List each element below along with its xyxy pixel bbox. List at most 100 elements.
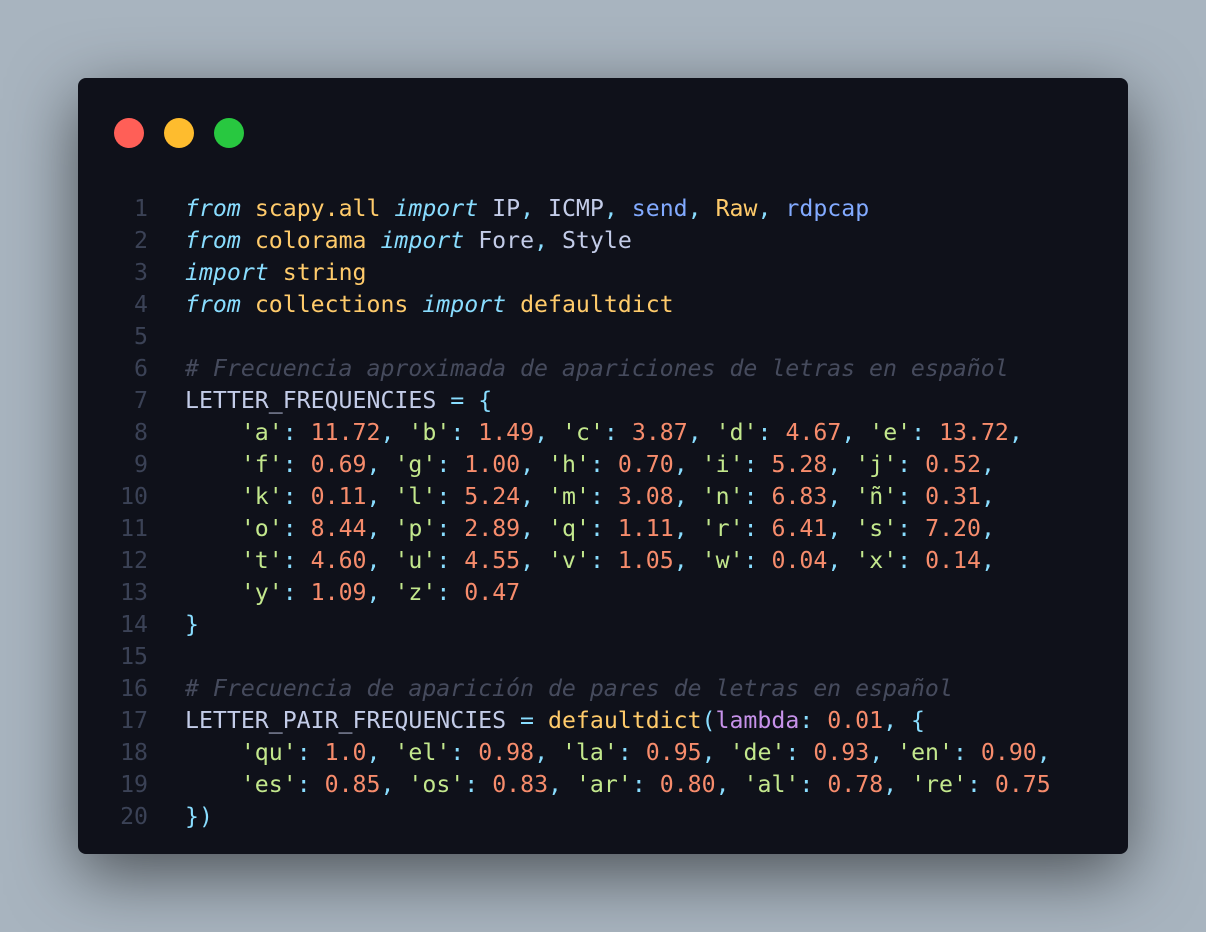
code-token-number: 1.0 [324, 739, 367, 766]
code-block: 1 from scapy.all import IP, ICMP, send, R… [78, 193, 1128, 833]
code-token-number: 0.04 [771, 547, 828, 574]
line-number: 10 [120, 483, 148, 510]
code-token-string: 'os' [408, 771, 465, 798]
code-token-string: 'o' [240, 515, 283, 542]
code-token-default [367, 227, 381, 254]
code-token-default [813, 771, 827, 798]
code-token-punctuation: , [380, 771, 395, 798]
code-token-punctuation: : [743, 451, 758, 478]
code-token-default [185, 547, 241, 574]
close-dot[interactable] [114, 118, 144, 148]
code-line: 7 LETTER_FREQUENCIES = { [78, 385, 1128, 417]
code-token-default [297, 483, 311, 510]
code-token-string: 'j' [855, 451, 898, 478]
code-token-default [297, 547, 311, 574]
code-line: 20}) [78, 801, 1128, 833]
code-window: 1 from scapy.all import IP, ICMP, send, R… [78, 78, 1128, 854]
code-token-string: 'y' [240, 579, 283, 606]
code-token-module: collections [254, 291, 409, 318]
line-number: 13 [120, 579, 148, 606]
code-token-default [841, 483, 855, 510]
code-token-default [758, 483, 772, 510]
code-token-default [604, 547, 618, 574]
code-token-default [534, 707, 548, 734]
code-token-number: 2.89 [464, 515, 521, 542]
code-token-punctuation: , [869, 739, 884, 766]
code-token-comment: # Frecuencia de aparición de pares de le… [185, 675, 953, 702]
code-token-punctuation: : [282, 579, 297, 606]
code-token-string: 's' [855, 515, 898, 542]
code-token-number: 1.11 [617, 515, 674, 542]
code-text: # Frecuencia aproximada de apariciones d… [185, 353, 1009, 385]
code-token-default [450, 483, 464, 510]
code-text: 'a': 11.72, 'b': 1.49, 'c': 3.87, 'd': 4… [185, 417, 1023, 449]
code-line: 3 import string [78, 257, 1128, 289]
code-token-default [297, 451, 311, 478]
code-token-default [772, 419, 786, 446]
code-line: 1 from scapy.all import IP, ICMP, send, R… [78, 193, 1128, 225]
code-token-punctuation: : [743, 515, 758, 542]
code-token-punctuation: : [911, 419, 926, 446]
code-token-keyword: import [394, 195, 479, 222]
code-token-string: 'el' [394, 739, 451, 766]
code-token-default [897, 771, 911, 798]
code-token-punctuation: , [980, 547, 995, 574]
line-number: 8 [134, 419, 148, 446]
code-token-number: 3.08 [617, 483, 674, 510]
code-token-punctuation: : [436, 515, 451, 542]
line-number: 17 [120, 707, 148, 734]
code-token-number: 13.72 [939, 419, 1009, 446]
code-token-default [758, 451, 772, 478]
code-token-number: 4.55 [464, 547, 521, 574]
code-text: 'f': 0.69, 'g': 1.00, 'h': 0.70, 'i': 5.… [185, 449, 995, 481]
code-token-default [380, 739, 394, 766]
code-token-default [771, 195, 785, 222]
code-token-default [394, 419, 408, 446]
code-token-punctuation: = [520, 707, 535, 734]
code-line: 18 'qu': 1.0, 'el': 0.98, 'la': 0.95, 'd… [78, 737, 1128, 769]
code-token-function: rdpcap [785, 195, 870, 222]
code-text: 'y': 1.09, 'z': 0.47 [185, 577, 520, 609]
code-token-default [604, 451, 618, 478]
code-token-default [967, 739, 981, 766]
code-token-default [883, 739, 897, 766]
line-number: 15 [120, 643, 148, 670]
code-token-punctuation: : [799, 771, 814, 798]
zoom-dot[interactable] [214, 118, 244, 148]
code-token-punctuation: : [436, 451, 451, 478]
code-token-default [688, 483, 702, 510]
code-token-default: Fore [464, 227, 535, 254]
code-token-default [297, 515, 311, 542]
code-token-string: 'd' [715, 419, 758, 446]
code-token-keyword: import [380, 227, 465, 254]
code-token-default [632, 739, 646, 766]
code-token-punctuation: , [520, 483, 535, 510]
code-token-punctuation: , [366, 547, 381, 574]
code-token-default: LETTER_PAIR_FREQUENCIES [185, 707, 521, 734]
code-token-default [380, 195, 394, 222]
code-token-default [380, 483, 394, 510]
code-token-punctuation: : [799, 707, 814, 734]
code-token-punctuation: : [282, 547, 297, 574]
code-token-number: 0.90 [980, 739, 1037, 766]
code-token-string: 'en' [897, 739, 953, 766]
code-token-punctuation: : [743, 483, 758, 510]
code-token-default [841, 547, 855, 574]
code-token-punctuation: , [520, 515, 535, 542]
code-text: } [185, 609, 199, 641]
code-token-number: 1.05 [617, 547, 674, 574]
code-token-string: 'de' [729, 739, 786, 766]
code-token-punctuation: = [450, 387, 465, 414]
code-token-default [380, 515, 394, 542]
code-token-number: 6.41 [771, 515, 828, 542]
code-token-default [604, 515, 618, 542]
code-token-punctuation: : [785, 739, 800, 766]
code-line: 14} [78, 609, 1128, 641]
code-token-default [730, 771, 744, 798]
line-number: 14 [120, 611, 148, 638]
minimize-dot[interactable] [164, 118, 194, 148]
code-token-punctuation: , [757, 195, 772, 222]
code-token-module: Raw [715, 195, 758, 222]
code-token-string: 'la' [562, 739, 618, 766]
code-token-default [450, 547, 464, 574]
